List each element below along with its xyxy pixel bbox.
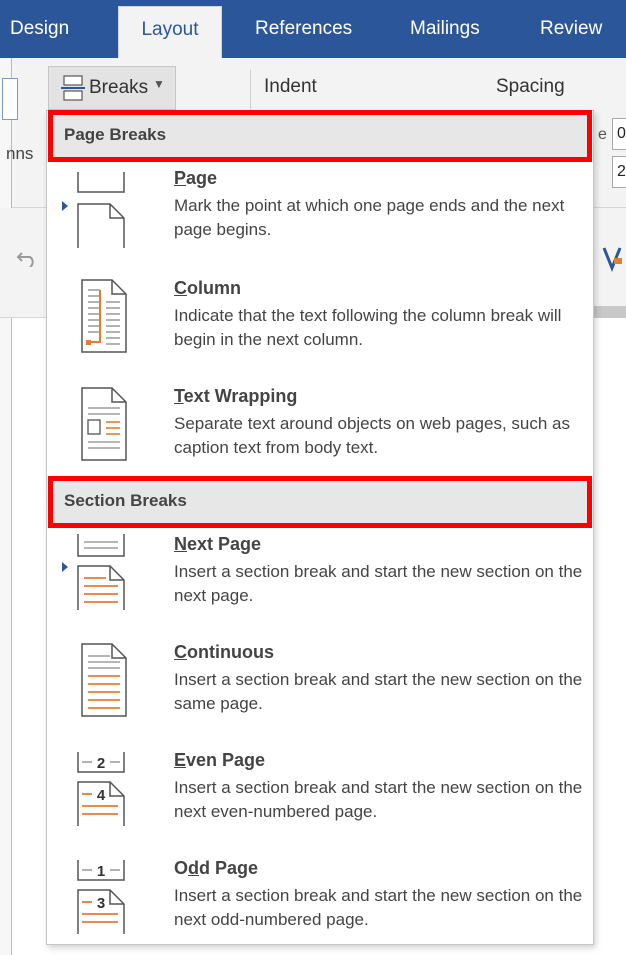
page-breaks-header: Page Breaks (52, 113, 590, 159)
menu-item-title-rest: ven Page (186, 750, 266, 770)
menu-item-odd-page[interactable]: 1 3 Odd Page Insert a section break and … (48, 858, 592, 940)
column-break-icon (81, 279, 127, 353)
format-painter-icon[interactable] (600, 244, 624, 272)
accelerator-key: C (174, 642, 187, 662)
menu-item-title-rest: ext Page (187, 534, 262, 554)
accelerator-key: E (174, 750, 187, 770)
menu-item-title: Page (174, 168, 217, 189)
odd-page-icon: 1 3 (77, 860, 125, 934)
current-selection-marker (62, 562, 68, 572)
menu-item-title: Text Wrapping (174, 386, 297, 407)
menu-item-description: Indicate that the text following the col… (174, 306, 562, 349)
tab-review[interactable]: Review (540, 0, 602, 58)
spacing-before-field[interactable]: 0 (612, 118, 626, 150)
menu-item-title: Odd Page (174, 858, 258, 879)
menu-item-description: Insert a section break and start the new… (174, 562, 583, 605)
section-breaks-header: Section Breaks (52, 479, 590, 525)
menu-item-page[interactable]: Page Mark the point at which one page en… (48, 168, 592, 268)
menu-item-title: Next Page (174, 534, 261, 555)
current-selection-marker (62, 201, 68, 211)
spacing-label: Spacing (496, 76, 565, 97)
menu-item-title-rest: d Page (199, 858, 259, 878)
menu-item-description: Mark the point at which one page ends an… (174, 196, 565, 239)
menu-item-column[interactable]: Column Indicate that the text following … (48, 278, 592, 378)
ribbon-divider (250, 70, 251, 110)
spacing-after-field[interactable]: 2 (612, 156, 626, 188)
columns-button-label: nns (6, 144, 34, 163)
accelerator-key: P (174, 168, 187, 188)
odd-page-top-number: 1 (97, 863, 105, 880)
accelerator-key: C (174, 278, 187, 298)
accelerator-key: N (174, 534, 187, 554)
menu-item-title: Continuous (174, 642, 274, 663)
menu-item-even-page[interactable]: 2 4 Even Page Insert a section break and… (48, 750, 592, 840)
menu-item-title: Even Page (174, 750, 265, 771)
menu-item-title-prefix: O (174, 858, 189, 878)
spacing-before-label: e (598, 126, 607, 143)
tab-references[interactable]: References (255, 0, 352, 58)
accelerator-key: T (174, 386, 184, 406)
menu-item-title: Column (174, 278, 241, 299)
accelerator-key: d (188, 858, 200, 878)
tab-design[interactable]: Design (10, 0, 69, 58)
menu-item-description: Insert a section break and start the new… (174, 886, 583, 929)
tab-layout[interactable]: Layout (118, 6, 222, 58)
chevron-down-icon: ▼ (153, 77, 165, 91)
menu-item-description: Insert a section break and start the new… (174, 670, 583, 713)
breaks-icon (61, 75, 85, 101)
indent-label: Indent (264, 76, 317, 97)
menu-item-title-rest: age (186, 168, 218, 188)
next-page-icon (77, 534, 125, 610)
menu-item-next-page[interactable]: Next Page Insert a section break and sta… (48, 534, 592, 624)
menu-item-title-rest: olumn (187, 278, 241, 298)
menu-item-description: Separate text around objects on web page… (174, 414, 570, 457)
breaks-button[interactable]: Breaks ▼ (48, 66, 176, 110)
menu-item-continuous[interactable]: Continuous Insert a section break and st… (48, 642, 592, 732)
continuous-icon (81, 643, 127, 717)
menu-item-text-wrapping[interactable]: Text Wrapping Separate text around objec… (48, 386, 592, 462)
odd-page-bottom-number: 3 (97, 895, 105, 912)
ribbon-tab-bar: Design Layout References Mailings Review (0, 0, 626, 58)
menu-item-description: Insert a section break and start the new… (174, 778, 583, 821)
document-left-frame (0, 58, 12, 955)
ruler-segment (590, 306, 626, 318)
even-page-top-number: 2 (97, 755, 105, 772)
text-wrapping-icon (81, 387, 127, 461)
columns-button-icon[interactable] (2, 78, 18, 120)
menu-item-title-rest: ontinuous (187, 642, 274, 662)
tab-mailings[interactable]: Mailings (410, 0, 480, 58)
breaks-label: Breaks (89, 77, 149, 98)
page-break-icon (77, 172, 125, 248)
menu-item-title-rest: ext Wrapping (183, 386, 298, 406)
even-page-icon: 2 4 (77, 752, 125, 826)
even-page-bottom-number: 4 (97, 787, 106, 804)
undo-icon[interactable] (16, 247, 40, 267)
